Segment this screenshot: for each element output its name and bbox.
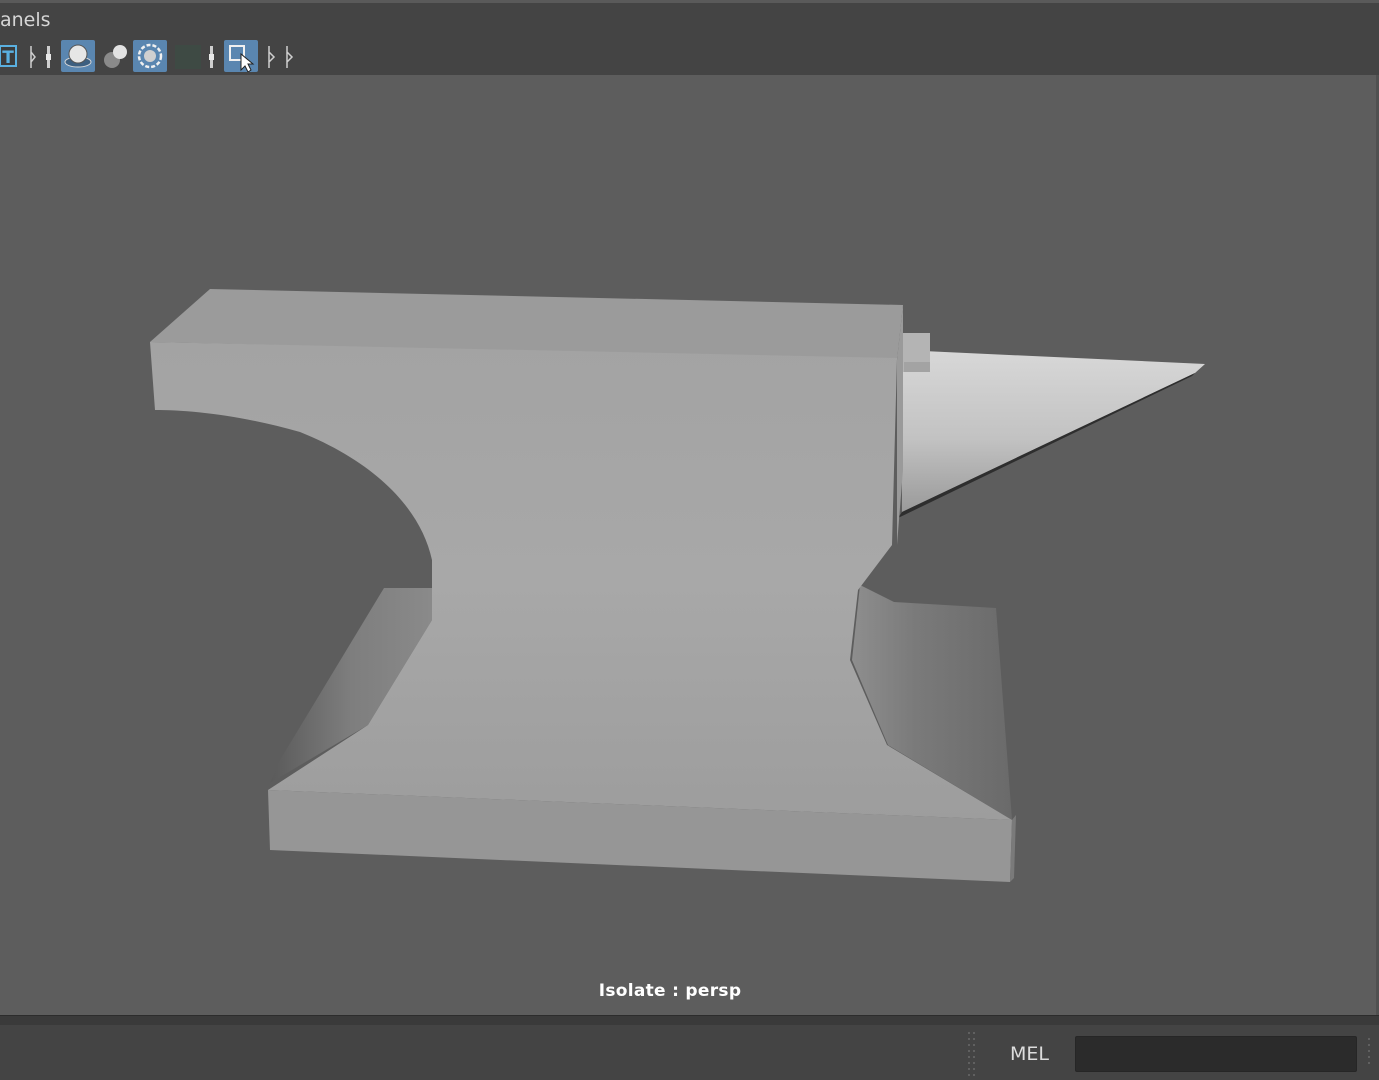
toolbar-separator-handle-icon[interactable] bbox=[44, 42, 54, 72]
command-input[interactable] bbox=[1075, 1036, 1357, 1072]
camera-label: Isolate : persp bbox=[598, 981, 742, 1001]
drag-grip-icon[interactable] bbox=[962, 1025, 982, 1080]
isolate-select-icon[interactable] bbox=[224, 40, 258, 72]
expand-arrow-icon[interactable] bbox=[284, 42, 294, 72]
script-language-toggle[interactable]: MEL bbox=[1010, 1043, 1049, 1065]
shadows-icon[interactable] bbox=[133, 40, 167, 72]
textured-icon[interactable] bbox=[172, 40, 204, 72]
panel-menubar: anels bbox=[0, 3, 1379, 37]
command-line-bar: MEL bbox=[0, 1025, 1379, 1080]
lighting-icon[interactable] bbox=[100, 40, 132, 72]
panels-menu[interactable]: anels bbox=[0, 9, 51, 31]
anvil-model[interactable] bbox=[0, 75, 1376, 1015]
toolbar-separator-handle-icon[interactable] bbox=[28, 42, 38, 72]
panel-toolbar: T bbox=[0, 37, 1379, 75]
expand-arrow-icon[interactable] bbox=[266, 42, 276, 72]
toolbar-separator-handle-icon[interactable] bbox=[207, 42, 217, 72]
drag-grip-icon[interactable] bbox=[1364, 1025, 1379, 1080]
maya-application-window: anels T Isolate: persp MEL bbox=[0, 0, 1379, 1080]
svg-text:T: T bbox=[2, 48, 14, 68]
smooth-shade-all-icon[interactable] bbox=[61, 40, 95, 72]
text-T-icon[interactable]: T bbox=[0, 40, 22, 72]
3d-viewport[interactable]: Isolate : persp bbox=[0, 75, 1379, 1015]
